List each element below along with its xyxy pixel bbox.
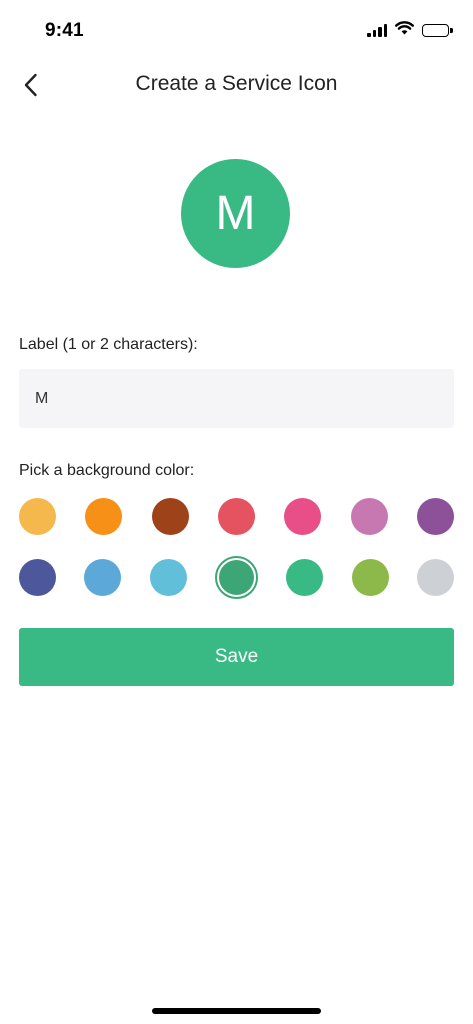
color-swatch[interactable] [19,498,56,535]
color-swatch[interactable] [19,559,56,596]
color-swatch[interactable] [85,498,123,535]
service-icon-preview: M [181,159,290,268]
save-button[interactable]: Save [19,628,454,686]
label-input[interactable] [19,369,454,428]
wifi-icon [395,21,414,40]
home-indicator [152,1008,321,1014]
color-swatch[interactable] [284,498,322,535]
status-icons [367,21,453,40]
color-swatch[interactable] [416,559,454,596]
color-picker-caption: Pick a background color: [19,462,195,479]
color-swatch[interactable] [286,559,324,596]
color-swatch[interactable] [351,559,389,596]
battery-icon [422,24,453,37]
label-field-caption: Label (1 or 2 characters): [19,336,198,353]
nav-bar: Create a Service Icon [0,60,473,110]
color-swatch[interactable] [151,498,189,535]
color-swatch[interactable] [350,498,388,535]
status-time: 9:41 [45,20,84,41]
color-swatch-row [19,498,454,535]
cellular-signal-icon [367,24,387,37]
color-swatch[interactable] [84,559,122,596]
color-swatch[interactable] [217,498,255,535]
status-bar: 9:41 [0,0,473,60]
color-swatch[interactable] [214,556,258,599]
page-title: Create a Service Icon [135,72,338,95]
color-swatch[interactable] [149,559,187,596]
color-swatch[interactable] [416,498,454,535]
color-swatch-row [19,556,454,599]
